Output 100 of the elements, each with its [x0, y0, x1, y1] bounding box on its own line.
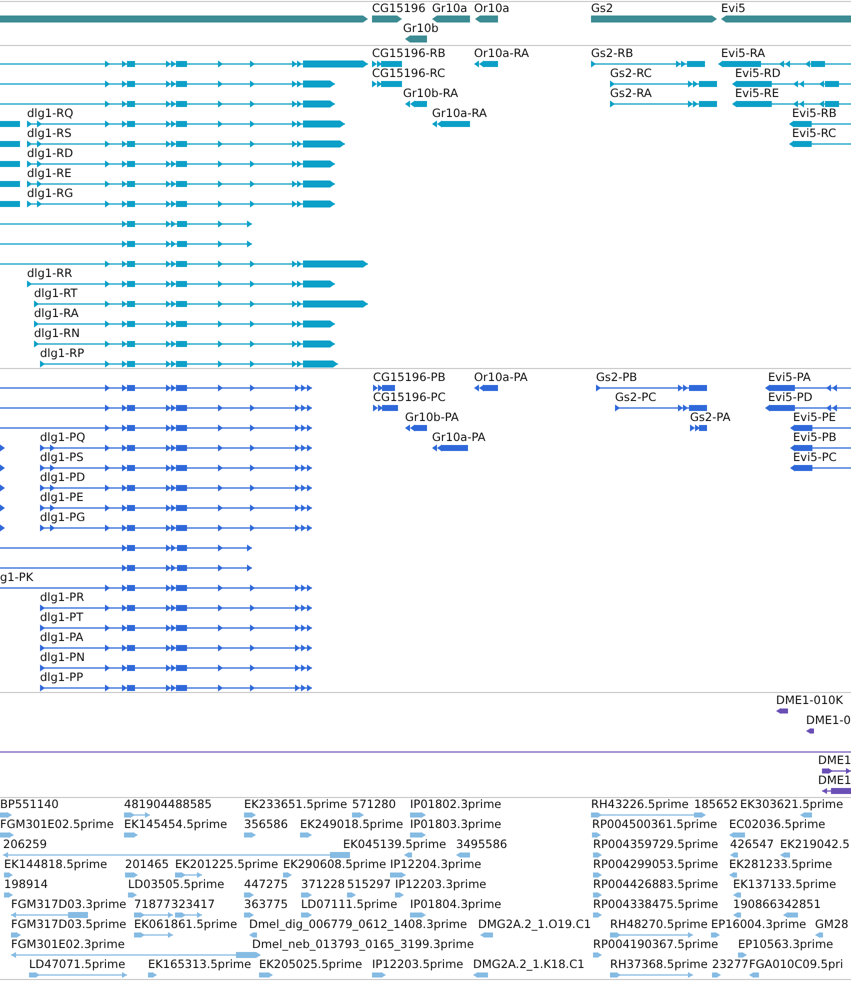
feature-label: EP16004.3prime — [711, 918, 806, 931]
feature-label: dlg1-PP — [40, 671, 84, 684]
feature-label: 356586 — [244, 818, 288, 831]
feature-label: dlg1-RR — [27, 267, 72, 280]
feature-label: Dmel_dig_006779_0612_1408.3prime — [249, 918, 468, 931]
feature-label: Or10a-RA — [474, 47, 530, 60]
feature-label: LD07111.5prime — [301, 898, 398, 911]
feature-label: CG15196-PC — [373, 391, 446, 404]
feature-label: dlg1-RE — [27, 167, 72, 180]
feature-label: Gr10a-PA — [432, 431, 486, 444]
feature-label: Gs2-PA — [690, 411, 730, 424]
feature-label: DMG2A.2_1.O19.C1 — [478, 918, 592, 931]
feature-label: dlg1-RN — [34, 327, 80, 340]
feature-label: Evi5-PB — [793, 431, 837, 444]
feature-label: Dmel_neb_013793_0165_3199.3prime — [252, 938, 474, 951]
feature-label: IP12204.3prime — [390, 858, 482, 871]
feature-label: FGM301E02.5prime — [0, 818, 114, 831]
feature-label: FGA010C09.5pri — [749, 958, 844, 971]
feature-label: 206259 — [3, 838, 47, 851]
feature-label: EK205025.5prime — [259, 958, 362, 971]
feature-label: 363775 — [244, 898, 288, 911]
feature-label: RP004500361.5prime — [592, 818, 718, 831]
feature-label: 198914 — [4, 878, 48, 891]
feature-label: Gr10b-RA — [403, 87, 458, 100]
feature-label: IP12203.5prime — [372, 958, 464, 971]
feature-label: dlg1-PS — [40, 451, 84, 464]
feature-label: 201465 — [125, 858, 169, 871]
feature-label: 71877 — [134, 898, 171, 911]
feature-label: dlg1-RT — [34, 287, 78, 300]
feature-label: RH43226.5prime — [591, 798, 689, 811]
feature-label: Gs2-RA — [610, 87, 652, 100]
feature-label: EK233651.5prime — [244, 798, 348, 811]
feature-label: EC02036.5prime — [729, 818, 826, 831]
feature-label: 190866 — [733, 898, 777, 911]
feature-label: FGM301E02.3prime — [11, 938, 125, 951]
feature-label: dlg1-RD — [27, 147, 74, 160]
feature-label: Evi5-RC — [792, 127, 836, 140]
feature-label: EK281233.5prime — [729, 858, 832, 871]
feature-label: EK137133.5prime — [733, 878, 836, 891]
feature-label: RP004299053.5prime — [593, 858, 718, 871]
feature-label: Gr10b-PA — [405, 411, 459, 424]
feature-label: IP12203.3prime — [395, 878, 486, 891]
feature-label: dlg1-PD — [40, 471, 86, 484]
feature-label: EK290608.5prime — [283, 858, 386, 871]
feature-label: 23277 — [712, 958, 749, 971]
feature-label: IP01802.3prime — [410, 798, 502, 811]
feature-label: DMG2A.2_1.K18.C1 — [473, 958, 585, 971]
feature-label: FGM317D03.3prime — [11, 898, 126, 911]
feature-label: dlg1-PG — [40, 511, 86, 524]
feature-label: FGM317D03.5prime — [11, 918, 126, 931]
feature-label: Evi5-RB — [792, 107, 837, 120]
feature-label: Evi5-PA — [768, 371, 811, 384]
feature-label: EP10563.3prime — [738, 938, 834, 951]
feature-label: Evi5-RD — [735, 67, 781, 80]
feature-label: 571280 — [352, 798, 396, 811]
feature-label: dlg1-PE — [40, 491, 84, 504]
feature-label: dlg1-RA — [34, 307, 79, 320]
feature-label: EK201225.5prime — [175, 858, 278, 871]
feature-label: 323417 — [171, 898, 215, 911]
feature-label: 3495586 — [456, 838, 508, 851]
feature-label: GM28 — [815, 918, 848, 931]
feature-label: Gr10a — [432, 2, 468, 15]
feature-label: Gs2-RC — [610, 67, 652, 80]
feature-label: dlg1-PR — [40, 591, 84, 604]
feature-label: dlg1-RS — [27, 127, 72, 140]
feature-label: EK144818.5prime — [4, 858, 108, 871]
feature-label: RP004426883.5prime — [593, 878, 718, 891]
feature-label: Gr10b — [403, 22, 439, 35]
feature-label: dlg1-RG — [27, 187, 74, 200]
feature-label: EK165313.5prime — [148, 958, 252, 971]
feature-label: EK249018.5prime — [300, 818, 404, 831]
feature-label: 342851 — [777, 898, 821, 911]
feature-label: 426547 — [730, 838, 774, 851]
feature-label: LD03505.5prime — [128, 878, 224, 891]
feature-label: Evi5 — [721, 2, 746, 15]
feature-label: LD47071.5prime — [29, 958, 126, 971]
feature-label: CG15196-RC — [372, 67, 446, 80]
feature-label: CG15196-PB — [373, 371, 446, 384]
feature-label: dlg1-RQ — [27, 107, 74, 120]
feature-label: Gs2-PB — [596, 371, 638, 384]
feature-label: Gs2 — [591, 2, 614, 15]
feature-label: CG15196 — [372, 2, 426, 15]
feature-label: DME1 — [818, 754, 851, 767]
feature-label: RP004338475.5prime — [593, 898, 718, 911]
feature-label: 447275 — [244, 878, 288, 891]
feature-label: EK303621.5prime — [740, 798, 844, 811]
feature-label: g1-PK — [0, 571, 34, 584]
feature-label: Evi5-PE — [793, 411, 836, 424]
feature-label: EK145454.5prime — [124, 818, 228, 831]
feature-label: DME1-0 — [806, 714, 851, 727]
feature-label: EK219042.5 — [780, 838, 850, 851]
feature-label: Gr10a-RA — [432, 107, 487, 120]
feature-label: Evi5-RA — [721, 47, 766, 60]
feature-label: Or10a — [474, 2, 510, 15]
feature-label: dlg1-PQ — [40, 431, 86, 444]
feature-label: RH37368.5prime — [610, 958, 708, 971]
feature-label: 185652 — [694, 798, 738, 811]
feature-label: Gs2-PC — [615, 391, 656, 404]
feature-label: Evi5-RE — [735, 87, 779, 100]
feature-label: dlg1-PN — [40, 651, 85, 664]
